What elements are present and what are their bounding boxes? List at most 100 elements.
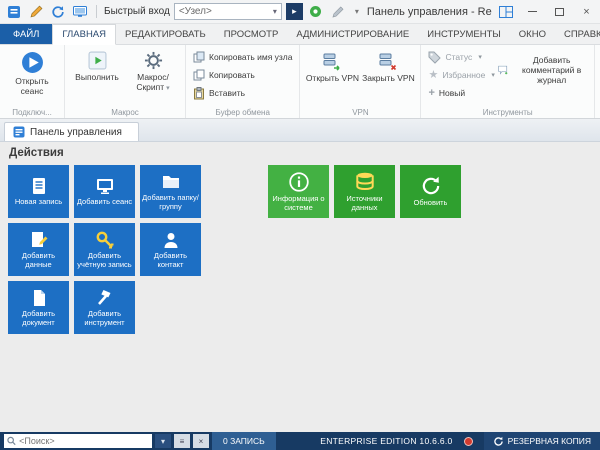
list-icon: ≡: [179, 436, 185, 446]
tab-dashboard[interactable]: Панель управления: [4, 122, 139, 141]
close-vpn-icon: [379, 53, 397, 71]
ribbon: Открыть сеанс Подключ... Выполнить Макро…: [0, 45, 600, 119]
tab-file[interactable]: ФАЙЛ: [0, 24, 53, 44]
tab-help[interactable]: СПРАВКА: [555, 24, 600, 44]
tile-label: Добавить документ: [21, 309, 56, 327]
qat-customize-button[interactable]: ▾: [355, 7, 359, 16]
clear-search-button[interactable]: ×: [193, 434, 209, 448]
quick-access-toolbar: Быстрый вход <Узел> ▾ ▸ ▾: [5, 3, 359, 21]
search-input[interactable]: [19, 436, 149, 446]
tab-edit[interactable]: РЕДАКТИРОВАТЬ: [116, 24, 215, 44]
tile-label: Добавить контакт: [153, 251, 188, 269]
edit-node-button[interactable]: [329, 3, 347, 21]
tile-label: Добавить учётную запись: [77, 251, 132, 269]
refresh-icon[interactable]: [49, 3, 67, 21]
paste-icon: [194, 86, 204, 99]
node-combobox-value: <Узел>: [178, 6, 212, 17]
copy-hostname-label: Копировать имя узла: [209, 52, 293, 62]
open-session-button[interactable]: Открыть сеанс: [4, 48, 60, 97]
filter-list-button[interactable]: ≡: [174, 434, 190, 448]
search-box[interactable]: [4, 434, 152, 448]
new-entry-icon: [32, 178, 45, 195]
add-contact-icon: [164, 232, 177, 248]
search-icon: [7, 436, 16, 446]
tile-refresh[interactable]: Обновить: [400, 165, 461, 218]
open-session-icon: [21, 52, 43, 73]
edit-icon[interactable]: [27, 3, 45, 21]
chevron-down-icon: ▾: [478, 54, 482, 61]
dashboard-content: Действия Новая запись Добавить сеанс Доб…: [0, 142, 600, 432]
close-button[interactable]: ×: [573, 0, 600, 23]
tile-add-data[interactable]: Добавить данные: [8, 223, 69, 276]
records-count-badge: 0 ЗАПИСЬ: [212, 432, 276, 450]
tile-label: Источники данных: [346, 194, 383, 212]
copy-hostname-button[interactable]: Копировать имя узла: [190, 48, 295, 66]
chevron-down-icon: ▾: [272, 7, 277, 16]
titlebar: Быстрый вход <Узел> ▾ ▸ ▾ Панель управле…: [0, 0, 600, 24]
ribbon-group-vpn: Открыть VPN Закрыть VPN VPN: [300, 45, 422, 118]
status-tag-icon: [428, 51, 442, 64]
tab-window[interactable]: ОКНО: [510, 24, 555, 44]
go-arrow-icon: ▸: [292, 6, 297, 16]
copy-label: Копировать: [209, 70, 255, 80]
backup-status[interactable]: РЕЗЕРВНАЯ КОПИЯ: [483, 432, 600, 450]
add-journal-comment-label: Добавить комментарий в журнал: [522, 55, 582, 85]
app-icon[interactable]: [5, 3, 23, 21]
tile-label: Обновить: [413, 199, 448, 208]
actions-section-title: Действия: [9, 147, 64, 159]
tile-add-credential[interactable]: Добавить учётную запись: [74, 223, 135, 276]
clipboard-buttons: Копировать имя узла Копировать Вставить: [190, 48, 295, 102]
toolbar-separator: [96, 5, 97, 18]
macro-script-button[interactable]: Макрос/Скрипт ▾: [125, 48, 181, 93]
run-button[interactable]: Выполнить: [69, 48, 125, 83]
group-caption-tools: Инструменты: [482, 108, 533, 117]
open-vpn-icon: [323, 53, 341, 71]
new-button[interactable]: + Новый: [425, 84, 497, 102]
status-green-icon[interactable]: [307, 3, 325, 21]
open-vpn-button[interactable]: Открыть VPN: [304, 48, 360, 84]
tile-add-tool[interactable]: Добавить инструмент: [74, 281, 135, 334]
tile-add-session[interactable]: Добавить сеанс: [74, 165, 135, 218]
edition-label: ENTERPRISE EDITION 10.6.6.0: [320, 436, 453, 446]
chevron-down-icon: ▾: [491, 72, 495, 79]
star-icon: ★: [428, 68, 439, 81]
status-label: Статус: [445, 52, 473, 62]
window-icon[interactable]: [71, 3, 89, 21]
group-caption-macro: Макрос: [111, 108, 139, 117]
node-combobox[interactable]: <Узел> ▾: [173, 3, 282, 20]
maximize-button[interactable]: [546, 0, 573, 23]
ribbon-group-connection: Открыть сеанс Подключ...: [0, 45, 65, 118]
copy-button[interactable]: Копировать: [190, 66, 295, 84]
tile-label: Новая запись: [14, 198, 63, 207]
alert-status-icon[interactable]: [463, 436, 473, 446]
statusbar: ▾ ≡ × 0 ЗАПИСЬ ENTERPRISE EDITION 10.6.6…: [0, 432, 600, 450]
tile-add-contact[interactable]: Добавить контакт: [140, 223, 201, 276]
open-vpn-label: Открыть VPN: [305, 73, 360, 83]
layout-button[interactable]: [492, 0, 519, 23]
quick-connect-go-button[interactable]: ▸: [285, 3, 303, 20]
tile-data-sources[interactable]: Источники данных: [334, 165, 395, 218]
close-vpn-button[interactable]: Закрыть VPN: [360, 48, 416, 84]
tab-administration[interactable]: АДМИНИСТРИРОВАНИЕ: [287, 24, 418, 44]
paste-button[interactable]: Вставить: [190, 84, 295, 102]
status-button[interactable]: Статус ▾: [425, 48, 497, 66]
tile-add-folder[interactable]: Добавить папку/группу: [140, 165, 201, 218]
tile-label: Добавить папку/группу: [142, 193, 199, 211]
tab-tools[interactable]: ИНСТРУМЕНТЫ: [418, 24, 510, 44]
gear-icon: [144, 51, 162, 70]
ribbon-group-macro: Выполнить Макрос/Скрипт ▾ Макрос: [65, 45, 186, 118]
add-journal-comment-button[interactable]: Добавить комментарий в журнал: [498, 48, 590, 85]
ribbon-group-tools: Статус ▾ ★ Избранное ▾ + Новый Добавить …: [421, 45, 595, 118]
tile-new-entry[interactable]: Новая запись: [8, 165, 69, 218]
paste-label: Вставить: [209, 88, 246, 98]
tab-home[interactable]: ГЛАВНАЯ: [52, 24, 116, 45]
close-vpn-label: Закрыть VPN: [362, 73, 415, 83]
tab-view[interactable]: ПРОСМОТР: [215, 24, 288, 44]
tile-add-document[interactable]: Добавить документ: [8, 281, 69, 334]
search-options-button[interactable]: ▾: [155, 434, 171, 448]
favorites-button[interactable]: ★ Избранное ▾: [425, 66, 497, 84]
minimize-button[interactable]: [519, 0, 546, 23]
chevron-down-icon: ▾: [166, 84, 170, 92]
refresh-icon: [422, 176, 439, 195]
tile-information[interactable]: Информация о системе: [268, 165, 329, 218]
